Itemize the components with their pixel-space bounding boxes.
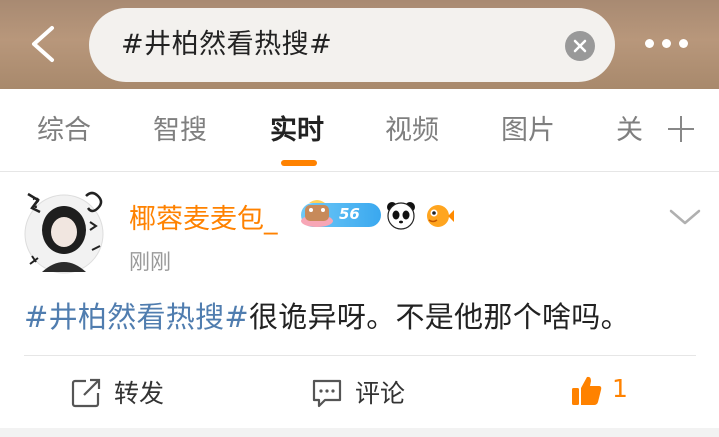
cup-icon xyxy=(301,200,333,227)
hashtag-link[interactable]: #井柏然看热搜# xyxy=(24,300,249,334)
like-button[interactable]: 1 xyxy=(570,360,640,422)
tab-smart-search[interactable]: 智搜 xyxy=(153,89,207,172)
post-body: #井柏然看热搜#很诡异呀。不是他那个啥吗。 xyxy=(24,294,630,336)
search-header: #井柏然看热搜# xyxy=(0,0,719,89)
avatar-frame-icon: ? xyxy=(24,191,104,274)
post-options-button[interactable] xyxy=(668,203,702,231)
divider xyxy=(24,355,696,356)
tab-follow[interactable]: 关 xyxy=(616,89,643,172)
comment-icon xyxy=(312,379,342,408)
feed-separator xyxy=(0,428,719,437)
tab-video[interactable]: 视频 xyxy=(385,89,439,172)
pufferfish-icon[interactable] xyxy=(423,199,455,231)
plus-icon xyxy=(668,116,694,142)
repost-button[interactable]: 转发 xyxy=(70,360,180,422)
username[interactable]: 椰蓉麦麦包_ xyxy=(129,197,278,236)
search-input[interactable]: #井柏然看热搜# xyxy=(89,8,615,82)
tab-comprehensive[interactable]: 综合 xyxy=(37,89,91,172)
tab-images[interactable]: 图片 xyxy=(501,89,555,172)
comment-label: 评论 xyxy=(355,379,406,408)
comment-button[interactable]: 评论 xyxy=(311,360,421,422)
thumbs-up-icon xyxy=(572,376,602,405)
back-button[interactable] xyxy=(22,22,66,66)
post-timestamp: 刚刚 xyxy=(129,250,171,274)
level-badge[interactable]: 56 xyxy=(301,200,381,227)
level-number: 56 xyxy=(339,205,360,223)
more-button[interactable] xyxy=(643,34,689,54)
repost-icon xyxy=(71,378,101,408)
clear-search-button[interactable] xyxy=(565,31,595,61)
chevron-down-icon xyxy=(669,209,701,225)
avatar[interactable]: ? xyxy=(20,186,108,278)
active-tab-indicator xyxy=(281,160,317,166)
divider xyxy=(0,171,719,172)
post-text-content: 很诡异呀。不是他那个啥吗。 xyxy=(249,300,630,334)
more-icon xyxy=(645,39,654,48)
back-arrow-icon xyxy=(32,26,54,62)
clear-icon xyxy=(573,39,587,53)
panda-icon[interactable] xyxy=(385,199,417,231)
svg-text:?: ? xyxy=(32,196,40,212)
add-tab-button[interactable] xyxy=(666,114,696,144)
like-count: 1 xyxy=(612,374,628,403)
search-query-text: #井柏然看热搜# xyxy=(121,29,333,60)
tab-bar: 综合 智搜 实时 视频 图片 关 xyxy=(0,89,719,172)
repost-label: 转发 xyxy=(114,379,165,408)
